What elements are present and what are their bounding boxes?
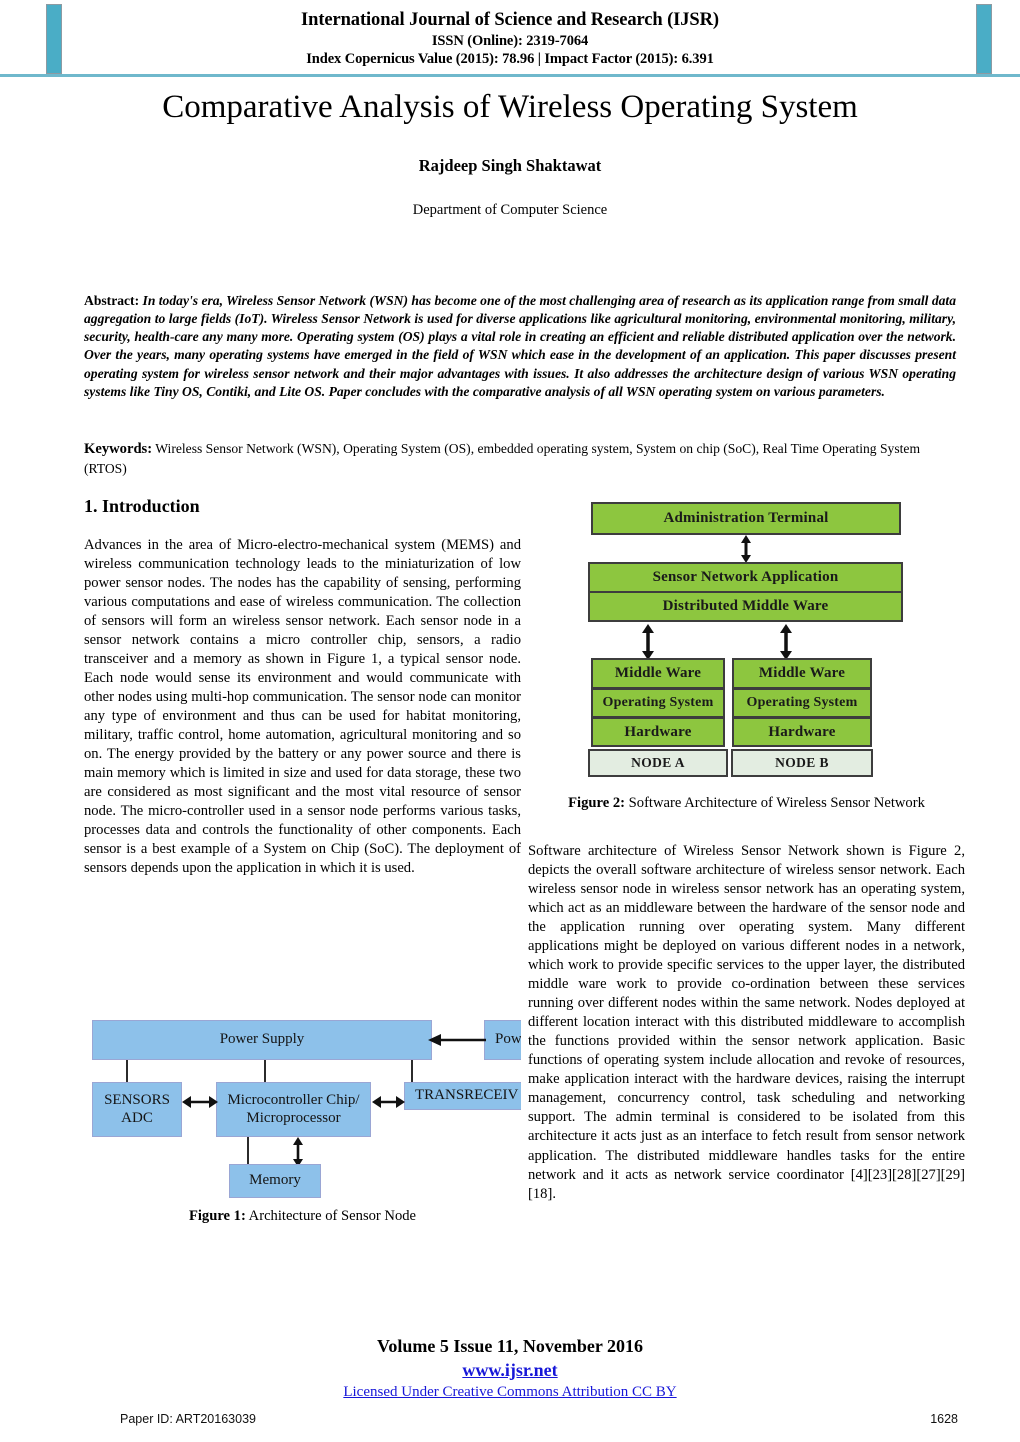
fig2-box-node-a-label: NODE A: [588, 749, 728, 777]
fig2-box-administration-terminal: Administration Terminal: [591, 502, 901, 535]
figure-1-caption-label: Figure 1:: [188, 1208, 246, 1224]
figure-2-diagram: Administration Terminal Sensor Network A…: [528, 496, 965, 784]
footer-volume-issue: Volume 5 Issue 11, November 2016: [376, 1336, 643, 1356]
title-block: Comparative Analysis of Wireless Operati…: [90, 86, 930, 219]
fig1-wire-supply-to-microcontroller: [264, 1060, 267, 1083]
fig2-arrow-admin-to-application: [741, 535, 751, 563]
journal-metrics: Index Copernicus Value (2015): 78.96 | I…: [306, 50, 714, 67]
right-column: Software architecture of Wireless Sensor…: [528, 842, 965, 1216]
left-column: 1. Introduction Advances in the area of …: [84, 496, 521, 890]
footer-website-link[interactable]: www.ijsr.net: [0, 1360, 1020, 1381]
fig2-box-distributed-middleware: Distributed Middle Ware: [588, 591, 903, 622]
footer-license-link[interactable]: Licensed Under Creative Commons Attribut…: [0, 1384, 1020, 1401]
page-footer: Volume 5 Issue 11, November 2016 www.ijs…: [0, 1336, 1020, 1401]
author-affiliation: Department of Computer Science: [412, 201, 608, 218]
figure-2-caption-text: Software Architecture of Wireless Sensor…: [625, 795, 925, 811]
fig1-arrow-generator-to-supply: [428, 1034, 486, 1046]
fig1-box-power-generator: Power G: [484, 1020, 521, 1060]
journal-issn: ISSN (Online): 2319-7064: [431, 32, 589, 49]
keywords-text: Wireless Sensor Network (WSN), Operating…: [84, 441, 921, 476]
fig1-box-memory: Memory: [229, 1164, 321, 1198]
page-title: Comparative Analysis of Wireless Operati…: [162, 89, 858, 125]
fig2-box-node-a-hardware: Hardware: [591, 717, 725, 747]
figure-2-caption-label: Figure 2:: [568, 795, 626, 811]
fig2-arrow-middleware-to-node-a: [642, 624, 654, 660]
fig1-arrow-sensors-to-microcontroller: [182, 1096, 218, 1108]
footer-meta-row: Paper ID: ART20163039 1628: [0, 1412, 1020, 1432]
abstract-label: Abstract:: [84, 293, 140, 308]
fig1-mcu-line-1: Microcontroller Chip/: [227, 1092, 360, 1109]
journal-header: International Journal of Science and Res…: [0, 0, 1020, 80]
fig2-box-sensor-network-application: Sensor Network Application: [588, 562, 903, 593]
section-heading-introduction: 1. Introduction: [84, 496, 200, 516]
fig1-box-microcontroller: Microcontroller Chip/Microprocessor: [216, 1082, 371, 1137]
author-name: Rajdeep Singh Shaktawat: [418, 155, 602, 175]
header-divider-rule: [0, 74, 1020, 77]
figure-1-caption: Figure 1: Architecture of Sensor Node: [84, 1207, 521, 1226]
fig1-wire-supply-to-sensors: [126, 1060, 129, 1083]
fig2-box-node-b-hardware: Hardware: [732, 717, 872, 747]
fig1-sensors-line-1: SENSORS: [104, 1092, 170, 1109]
fig2-box-node-a-middleware: Middle Ware: [591, 658, 725, 689]
page-number: 1628: [930, 1412, 958, 1426]
fig1-arrow-microcontroller-memory-bidirectional: [293, 1137, 303, 1167]
abstract-text: In today's era, Wireless Sensor Network …: [84, 293, 956, 399]
fig1-sensors-line-2: ADC: [121, 1109, 153, 1126]
keywords-section: Keywords: Wireless Sensor Network (WSN),…: [84, 440, 956, 478]
figure-1-diagram: Power Supply Power G SENSORSADC Microcon…: [84, 1008, 521, 1198]
fig1-wire-microcontroller-to-memory: [247, 1137, 250, 1165]
right-column-paragraph-1: Software architecture of Wireless Sensor…: [528, 843, 965, 1202]
abstract-section: Abstract: In today's era, Wireless Senso…: [84, 292, 956, 401]
paper-id: Paper ID: ART20163039: [120, 1412, 256, 1426]
figure-1-caption-text: Architecture of Sensor Node: [245, 1208, 417, 1224]
fig1-wire-supply-to-transreceiver: [411, 1060, 414, 1083]
fig2-box-node-b-label: NODE B: [731, 749, 873, 777]
fig1-box-sensors-adc: SENSORS ADC: [92, 1082, 182, 1137]
fig2-box-node-a-operating-system: Operating System: [591, 688, 725, 718]
journal-header-text: International Journal of Science and Res…: [0, 10, 1020, 67]
figure-2-caption: Figure 2: Software Architecture of Wirel…: [528, 794, 965, 813]
fig1-box-transreceiver: TRANSRECEIV: [404, 1082, 521, 1110]
fig1-box-power-supply: Power Supply: [92, 1020, 432, 1060]
fig1-mcu-line-2: Microprocessor: [246, 1109, 341, 1126]
fig2-box-node-b-operating-system: Operating System: [732, 688, 872, 718]
journal-title: International Journal of Science and Res…: [301, 10, 719, 30]
left-column-paragraph-1: Advances in the area of Micro-electro-me…: [84, 536, 521, 877]
fig2-box-node-b-middleware: Middle Ware: [732, 658, 872, 689]
fig1-arrow-microcontroller-to-transreceiver: [372, 1096, 405, 1108]
fig2-arrow-middleware-to-node-b: [780, 624, 792, 660]
keywords-label: Keywords:: [84, 441, 153, 457]
